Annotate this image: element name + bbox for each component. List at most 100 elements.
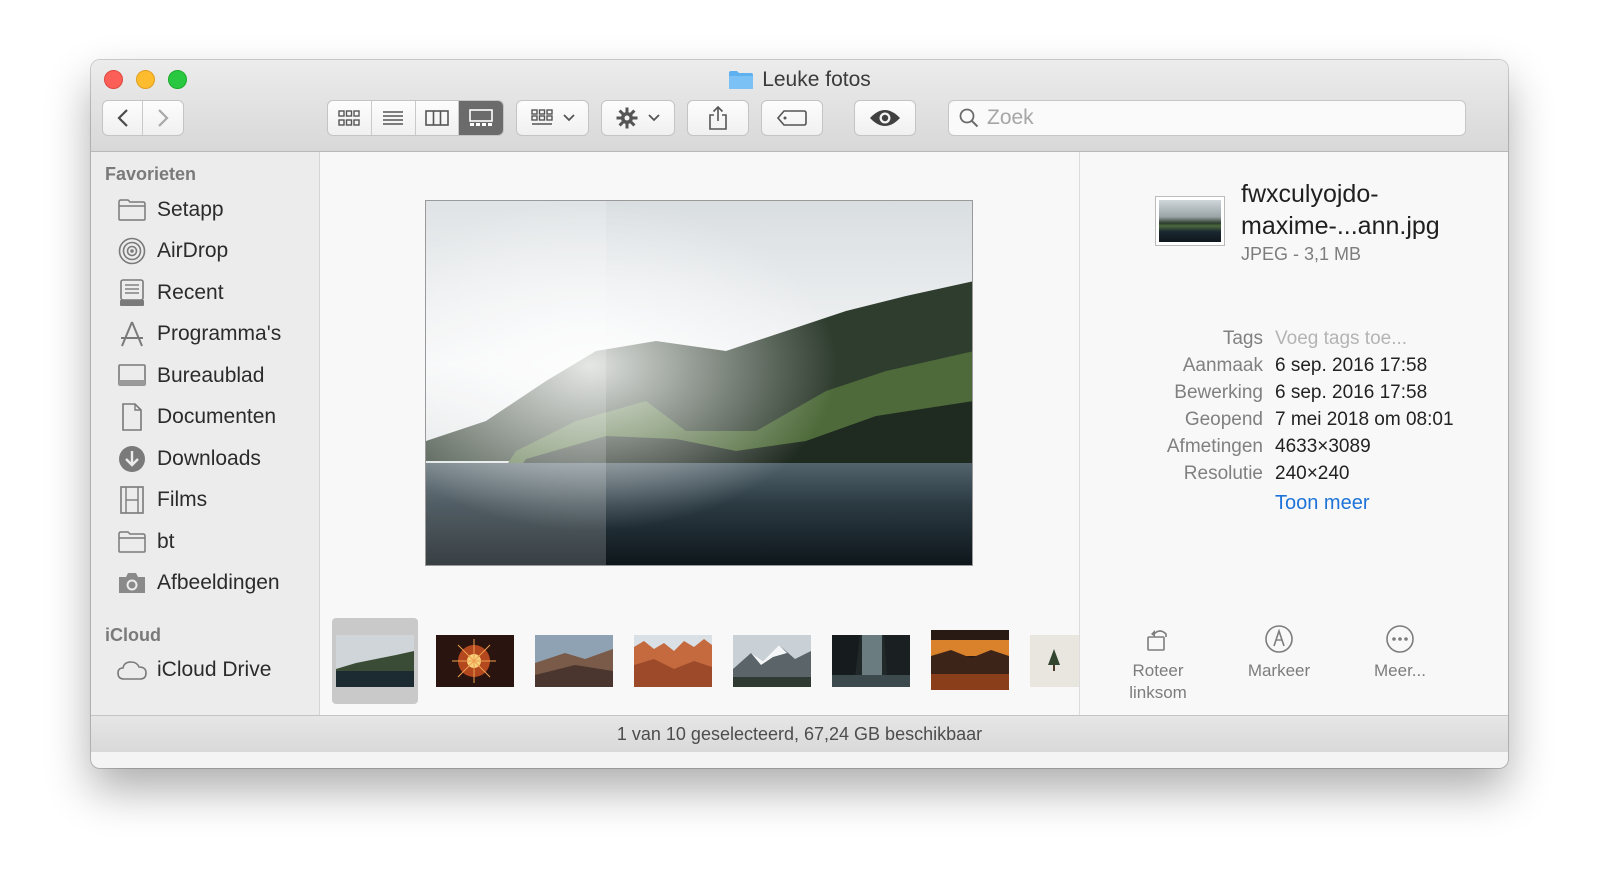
metadata-value: 6 sep. 2016 17:58 (1275, 355, 1428, 376)
group-icon (530, 109, 553, 125)
recent-icon (117, 279, 147, 307)
cloud-icon (117, 656, 147, 684)
metadata-key: Geopend (1184, 409, 1263, 430)
search-input[interactable] (987, 106, 1447, 130)
preview-landscape-image (426, 201, 972, 565)
metadata-key: Aanmaak (1182, 355, 1263, 376)
downloads-icon (117, 445, 147, 473)
documents-icon (117, 403, 147, 431)
tags-button[interactable] (761, 100, 823, 136)
list-view-button[interactable] (372, 101, 416, 135)
thumbnail-image[interactable] (336, 635, 414, 687)
show-more-link[interactable]: Toon meer (1275, 492, 1370, 515)
folder-icon (117, 528, 147, 556)
sidebar-item-pictures[interactable]: Afbeeldingen (117, 565, 317, 601)
sidebar-item-movies[interactable]: Films (117, 482, 317, 518)
forward-button[interactable] (143, 101, 183, 135)
forward-icon (158, 109, 169, 127)
sidebar-heading-favorites: Favorieten (105, 164, 197, 184)
status-bar: 1 van 10 geselecteerd, 67,24 GB beschikb… (91, 715, 1508, 752)
more-icon (1386, 625, 1414, 653)
sidebar-item-applications[interactable]: Programma's (117, 316, 317, 352)
sidebar-item-setapp[interactable]: Setapp (117, 192, 317, 228)
camera-icon (117, 569, 147, 597)
desktop-icon (117, 362, 147, 390)
rotate-left-icon (1147, 630, 1167, 651)
image-preview[interactable] (425, 200, 973, 566)
sidebar-item-airdrop[interactable]: AirDrop (117, 233, 317, 269)
sidebar-item-label: Downloads (157, 447, 261, 470)
icon-view-icon (338, 110, 361, 126)
sidebar-item-label: Programma's (157, 322, 282, 345)
toolbar: Leuke fotos (91, 60, 1508, 152)
markup-icon (1265, 625, 1293, 653)
file-name: fwxculyojdo-maxime-...ann.jpg (1241, 180, 1440, 240)
sidebar-item-downloads[interactable]: Downloads (117, 441, 317, 477)
thumbnail-strip (332, 618, 1079, 704)
window-title: Leuke fotos (91, 68, 1508, 92)
folder-icon (728, 70, 754, 90)
metadata-key: Afmetingen (1166, 436, 1263, 457)
thumbnail-image[interactable] (931, 630, 1009, 690)
sidebar-item-documents[interactable]: Documenten (117, 399, 317, 435)
markup-button[interactable]: Markeer (1229, 622, 1329, 682)
metadata-row-dimensions: Afmetingen 4633×3089 (1080, 436, 1508, 463)
sidebar-item-bt[interactable]: bt (117, 524, 317, 560)
metadata-row-created: Aanmaak 6 sep. 2016 17:58 (1080, 355, 1508, 382)
window-title-text: Leuke fotos (762, 68, 871, 91)
more-actions-button[interactable]: Meer... (1350, 622, 1450, 682)
sidebar-item-label: Films (157, 488, 208, 511)
tag-icon (777, 110, 807, 126)
metadata-key: Tags (1222, 328, 1263, 349)
rotate-left-label-1: Roteer (1132, 661, 1184, 680)
sidebar-item-label: bt (157, 530, 175, 553)
thumbnail-image[interactable] (535, 635, 613, 687)
eye-icon (870, 110, 900, 126)
thumbnail-image[interactable] (436, 635, 514, 687)
sidebar-item-recent[interactable]: Recent (117, 275, 317, 311)
metadata-value: 7 mei 2018 om 08:01 (1275, 409, 1454, 430)
sidebar-item-label: Recent (157, 281, 224, 304)
gear-icon (616, 107, 638, 129)
thumbnail-image[interactable] (1030, 635, 1079, 687)
column-view-icon (425, 110, 449, 126)
metadata-row-tags: Tags Voeg tags toe... (1080, 328, 1508, 355)
search-field[interactable] (948, 100, 1466, 136)
action-menu-button[interactable] (601, 100, 675, 136)
sidebar: Favorieten Setapp AirDrop Recent Program… (91, 152, 320, 715)
metadata-row-opened: Geopend 7 mei 2018 om 08:01 (1080, 409, 1508, 436)
thumbnail-image[interactable] (634, 635, 712, 687)
navigation-buttons (102, 100, 184, 136)
gallery-view-button[interactable] (459, 101, 503, 135)
rotate-left-label-2: linksom (1129, 683, 1187, 702)
icon-view-button[interactable] (328, 101, 372, 135)
thumbnail-image[interactable] (832, 635, 910, 687)
group-by-button[interactable] (516, 100, 589, 136)
metadata-key: Bewerking (1174, 382, 1263, 403)
back-button[interactable] (103, 101, 144, 135)
sidebar-item-icloud-drive[interactable]: iCloud Drive (117, 652, 317, 688)
metadata-value: 6 sep. 2016 17:58 (1275, 382, 1428, 403)
sidebar-item-desktop[interactable]: Bureaublad (117, 358, 317, 394)
file-thumbnail (1155, 196, 1225, 246)
sidebar-item-label: iCloud Drive (157, 658, 272, 681)
metadata-value: 240×240 (1275, 463, 1350, 484)
quick-look-button[interactable] (854, 100, 916, 136)
share-button[interactable] (687, 100, 749, 136)
sidebar-item-label: Afbeeldingen (157, 571, 280, 594)
airdrop-icon (117, 237, 147, 265)
movies-icon (117, 486, 147, 514)
folder-icon (117, 196, 147, 224)
back-icon (116, 109, 128, 127)
metadata-row-resolution: Resolutie 240×240 (1080, 463, 1508, 490)
rotate-left-button[interactable]: Roteer linksom (1108, 622, 1208, 704)
gallery-content (320, 152, 1079, 715)
finder-window: Leuke fotos Zoek Favorieten Setapp AirDr… (91, 60, 1508, 768)
gallery-view-icon (469, 109, 493, 126)
tags-input[interactable]: Voeg tags toe... (1275, 328, 1407, 350)
sidebar-item-label: AirDrop (157, 239, 229, 262)
column-view-button[interactable] (416, 101, 460, 135)
thumbnail-image[interactable] (733, 635, 811, 687)
info-panel: fwxculyojdo-maxime-...ann.jpg JPEG - 3,1… (1079, 152, 1508, 715)
chevron-down-icon (562, 114, 575, 122)
